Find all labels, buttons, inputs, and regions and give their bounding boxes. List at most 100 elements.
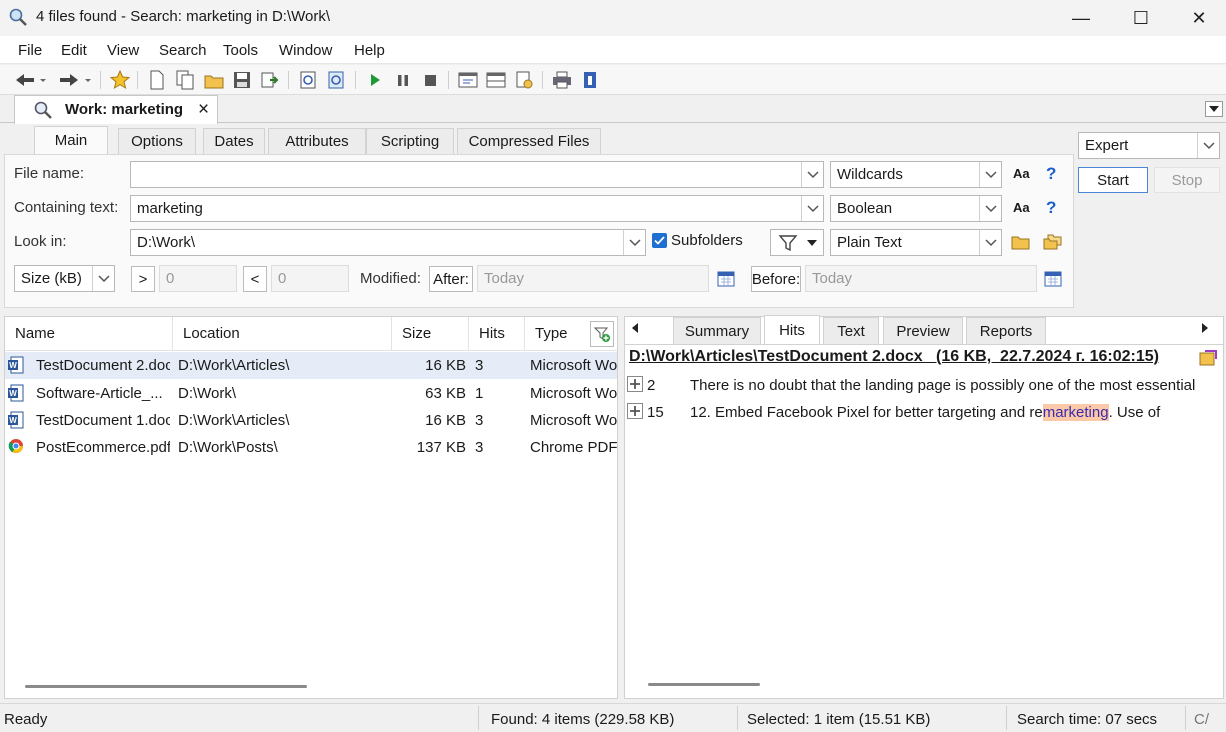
column-name[interactable]: Name: [5, 317, 173, 351]
menu-tools[interactable]: Tools: [223, 42, 258, 59]
stop-search-button[interactable]: Stop: [1154, 167, 1220, 193]
start-search-button[interactable]: [364, 69, 386, 91]
tab-work-marketing[interactable]: Work: marketing ×: [14, 95, 218, 124]
column-location[interactable]: Location: [173, 317, 392, 351]
save-button[interactable]: [231, 69, 253, 91]
stop-button[interactable]: [419, 69, 441, 91]
match-case-icon[interactable]: Aa: [1013, 200, 1030, 215]
size-unit-select[interactable]: Size (kB): [14, 265, 115, 292]
after-date-input[interactable]: Today: [477, 265, 709, 292]
expand-icon[interactable]: [627, 376, 643, 392]
chevron-down-icon: [806, 204, 819, 212]
before-date-input[interactable]: Today: [805, 265, 1037, 292]
menu-file[interactable]: File: [18, 42, 42, 59]
less-than-button[interactable]: <: [243, 266, 267, 292]
containing-text-input[interactable]: marketing: [130, 195, 824, 222]
layout-button-1[interactable]: [457, 69, 479, 91]
tab-reports[interactable]: Reports: [966, 317, 1046, 344]
containing-text-dropdown[interactable]: [801, 196, 823, 221]
file-name-dropdown[interactable]: [801, 162, 823, 187]
mode-dropdown[interactable]: [1197, 133, 1219, 158]
folder-list-icon[interactable]: [1043, 233, 1063, 255]
menu-help[interactable]: Help: [354, 42, 385, 59]
horizontal-scrollbar[interactable]: [25, 685, 307, 688]
export-button[interactable]: [259, 69, 281, 91]
tab-dates[interactable]: Dates: [203, 128, 265, 154]
filter-button[interactable]: [770, 229, 824, 256]
file-type-dropdown[interactable]: [979, 230, 1001, 255]
calendar-icon[interactable]: [717, 269, 735, 291]
expand-icon[interactable]: [627, 403, 643, 419]
column-size[interactable]: Size: [392, 317, 469, 351]
help-icon[interactable]: ?: [1046, 164, 1056, 184]
open-file-icon[interactable]: [1199, 349, 1217, 371]
add-column-button[interactable]: [590, 321, 614, 347]
tab-scripting[interactable]: Scripting: [366, 128, 454, 154]
scroll-tabs-right-icon[interactable]: [1200, 321, 1210, 338]
info-button[interactable]: [579, 69, 601, 91]
hit-text-after: . Use of: [1108, 404, 1161, 421]
back-button[interactable]: [14, 69, 48, 91]
subfolders-label[interactable]: Subfolders: [671, 232, 743, 249]
close-tab-icon[interactable]: ×: [198, 99, 209, 121]
tab-main[interactable]: Main: [34, 126, 108, 154]
tab-text[interactable]: Text: [823, 317, 879, 344]
column-hits[interactable]: Hits: [469, 317, 525, 351]
reload-button[interactable]: [325, 69, 347, 91]
tab-preview[interactable]: Preview: [883, 317, 963, 344]
refresh-button[interactable]: [297, 69, 319, 91]
copy-search-button[interactable]: [174, 69, 196, 91]
forward-button[interactable]: [58, 69, 94, 91]
size-unit-dropdown[interactable]: [92, 266, 114, 291]
properties-button[interactable]: [513, 69, 535, 91]
file-type-select[interactable]: Plain Text: [830, 229, 1002, 256]
table-row[interactable]: PostEcommerce.pdf D:\Work\Posts\ 137 KB 3 Ch…: [5, 434, 617, 461]
close-window-button[interactable]: ✕: [1170, 0, 1226, 36]
calendar-icon[interactable]: [1044, 269, 1062, 291]
tab-compressed-files[interactable]: Compressed Files: [457, 128, 601, 154]
file-name-input[interactable]: [130, 161, 824, 188]
menu-search[interactable]: Search: [159, 42, 207, 59]
tab-summary[interactable]: Summary: [673, 317, 761, 344]
scroll-tabs-left-icon[interactable]: [630, 321, 640, 338]
new-search-button[interactable]: [146, 69, 168, 91]
print-button[interactable]: [551, 69, 573, 91]
filename-mode-select[interactable]: Wildcards: [830, 161, 1002, 188]
favorites-button[interactable]: [109, 69, 131, 91]
text-mode-dropdown[interactable]: [979, 196, 1001, 221]
menu-view[interactable]: View: [107, 42, 139, 59]
minimize-button[interactable]: —: [1052, 0, 1110, 36]
table-row[interactable]: W TestDocument 1.docx D:\Work\Articles\ 16 …: [5, 407, 617, 434]
text-mode-select[interactable]: Boolean: [830, 195, 1002, 222]
hits-file-header[interactable]: D:\Work\Articles\TestDocument 2.docx (16…: [629, 348, 1200, 366]
hit-line[interactable]: 2 There is no doubt that the landing pag…: [627, 376, 1223, 403]
tab-attributes[interactable]: Attributes: [268, 128, 366, 154]
match-case-icon[interactable]: Aa: [1013, 166, 1030, 181]
maximize-button[interactable]: ☐: [1112, 0, 1170, 36]
hit-line[interactable]: 15 12. Embed Facebook Pixel for better t…: [627, 403, 1223, 430]
menu-window[interactable]: Window: [279, 42, 332, 59]
filename-mode-dropdown[interactable]: [979, 162, 1001, 187]
help-icon[interactable]: ?: [1046, 198, 1056, 218]
tab-list-dropdown[interactable]: [1205, 101, 1223, 117]
size-min-input[interactable]: 0: [159, 265, 237, 292]
greater-than-button[interactable]: >: [131, 266, 155, 292]
layout-button-2[interactable]: [485, 69, 507, 91]
table-row[interactable]: W TestDocument 2.docx D:\Work\Articles\ 16 …: [5, 352, 617, 379]
subfolders-checkbox[interactable]: [652, 233, 667, 248]
after-button[interactable]: After:: [429, 266, 473, 292]
pause-button[interactable]: [392, 69, 414, 91]
look-in-input[interactable]: D:\Work\: [130, 229, 646, 256]
look-in-dropdown[interactable]: [623, 230, 645, 255]
preview-horizontal-scrollbar[interactable]: [648, 683, 760, 686]
size-max-input[interactable]: 0: [271, 265, 349, 292]
open-button[interactable]: [203, 69, 225, 91]
before-button[interactable]: Before:: [751, 266, 801, 292]
mode-select[interactable]: Expert: [1078, 132, 1220, 159]
tab-hits[interactable]: Hits: [764, 315, 820, 345]
menu-edit[interactable]: Edit: [61, 42, 87, 59]
tab-options[interactable]: Options: [118, 128, 196, 154]
table-row[interactable]: W Software-Article_... D:\Work\ 63 KB 1 Micro…: [5, 380, 617, 407]
browse-folder-icon[interactable]: [1011, 233, 1031, 255]
start-button[interactable]: Start: [1078, 167, 1148, 193]
